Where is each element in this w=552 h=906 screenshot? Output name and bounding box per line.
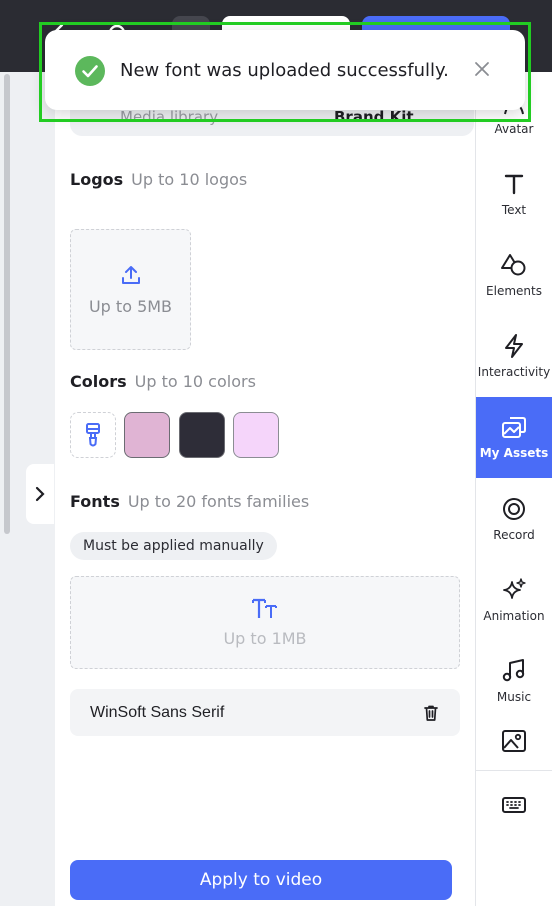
rail-item-my-assets[interactable]: My Assets — [476, 397, 552, 478]
logo-upload-dropzone[interactable]: Up to 5MB — [70, 229, 191, 350]
color-swatch[interactable] — [124, 412, 170, 458]
colors-header: Colors Up to 10 colors — [70, 372, 256, 391]
rail-item-label: Avatar — [494, 121, 534, 136]
music-icon — [502, 658, 525, 681]
rail-item-animation[interactable]: Animation — [476, 559, 552, 640]
rail-item-label: Elements — [486, 283, 542, 298]
fonts-note-badge: Must be applied manually — [70, 532, 277, 560]
font-name: WinSoft Sans Serif — [90, 703, 225, 721]
fonts-title: Fonts — [70, 492, 120, 511]
rail-item-label: Record — [493, 527, 535, 542]
rail-item-elements[interactable]: Elements — [476, 234, 552, 315]
record-icon — [503, 497, 525, 520]
paint-brush-icon — [86, 423, 100, 447]
fonts-subtitle: Up to 20 fonts families — [127, 492, 310, 511]
color-swatch[interactable] — [179, 412, 225, 458]
success-toast: New font was uploaded successfully. — [45, 30, 525, 110]
brand-kit-panel — [55, 72, 475, 906]
font-upload-label: Up to 1MB — [223, 629, 307, 648]
rail-item-image[interactable] — [476, 711, 552, 771]
rail-item-label: Animation — [483, 608, 545, 623]
tab-brand-kit[interactable]: Brand Kit — [334, 108, 414, 126]
colors-subtitle: Up to 10 colors — [134, 372, 256, 391]
rail-item-record[interactable]: Record — [476, 478, 552, 559]
chevron-right-icon — [35, 486, 45, 502]
rail-item-label: Interactivity — [477, 364, 551, 379]
check-circle-icon — [75, 56, 105, 86]
upload-icon — [121, 266, 140, 284]
elements-icon — [501, 253, 526, 275]
logos-header: Logos Up to 10 logos — [70, 170, 247, 189]
expand-panel-button[interactable] — [26, 464, 54, 524]
font-list-item: WinSoft Sans Serif — [70, 689, 460, 736]
tab-media-library[interactable]: Media library — [120, 108, 218, 126]
rail-item-interactivity[interactable]: Interactivity — [476, 315, 552, 396]
close-icon[interactable] — [473, 60, 491, 78]
logos-subtitle: Up to 10 logos — [131, 170, 248, 189]
rail-item-label: Music — [496, 689, 532, 704]
rail-item-keyboard[interactable] — [476, 780, 552, 830]
scrollbar[interactable] — [4, 74, 10, 534]
color-swatch[interactable] — [233, 412, 279, 458]
rail-divider — [476, 770, 552, 771]
rail-item-label: My Assets — [479, 445, 549, 460]
toast-message: New font was uploaded successfully. — [120, 60, 449, 81]
bolt-icon — [505, 333, 523, 358]
add-color-button[interactable] — [70, 412, 116, 458]
logo-upload-label: Up to 5MB — [88, 297, 173, 316]
image-icon — [502, 730, 526, 752]
font-size-icon — [252, 598, 277, 618]
fonts-header: Fonts Up to 20 fonts families — [70, 492, 309, 511]
keyboard-icon — [502, 797, 526, 813]
colors-title: Colors — [70, 372, 127, 391]
logos-title: Logos — [70, 170, 124, 189]
apply-to-video-button[interactable]: Apply to video — [70, 860, 452, 900]
rail-item-music[interactable]: Music — [476, 640, 552, 721]
trash-icon[interactable] — [422, 704, 440, 722]
font-upload-dropzone[interactable]: Up to 1MB — [70, 576, 460, 669]
assets-icon — [502, 416, 526, 438]
sparkle-icon — [503, 577, 526, 599]
rail-item-label: Text — [501, 202, 527, 217]
text-icon — [504, 174, 524, 194]
rail-item-text[interactable]: Text — [476, 153, 552, 234]
